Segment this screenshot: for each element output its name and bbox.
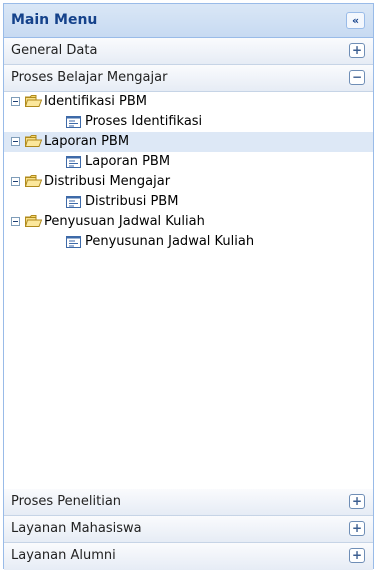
tree-leaf-label: Proses Identifikasi (85, 114, 203, 129)
tree-node-label: Distribusi Mengajar (44, 174, 171, 189)
main-menu-header: Main Menu « (4, 4, 373, 38)
tree-node-penyusuan-jadwal-kuliah[interactable]: Penyusuan Jadwal Kuliah (4, 212, 373, 232)
list-icon (66, 116, 81, 128)
tree-leaf-label: Laporan PBM (85, 154, 171, 169)
tree-leaf-label: Distribusi PBM (85, 194, 179, 209)
expand-icon[interactable]: + (349, 521, 365, 536)
main-menu-panel: Main Menu « General Data + Proses Belaja… (3, 3, 374, 570)
expand-icon[interactable]: + (349, 548, 365, 563)
section-layanan-alumni[interactable]: Layanan Alumni + (4, 543, 373, 570)
list-icon (66, 196, 81, 208)
list-icon (66, 156, 81, 168)
section-label: Layanan Mahasiswa (11, 521, 142, 536)
section-label: Layanan Alumni (11, 548, 116, 563)
tree-leaf-proses-identifikasi[interactable]: Proses Identifikasi (4, 112, 373, 132)
collapse-panel-button[interactable]: « (346, 12, 365, 29)
section-label: Proses Belajar Mengajar (11, 70, 168, 85)
folder-open-icon (25, 175, 42, 187)
section-proses-belajar-mengajar[interactable]: Proses Belajar Mengajar − (4, 65, 373, 92)
folder-open-icon (25, 215, 42, 227)
tree-node-identifikasi-pbm[interactable]: Identifikasi PBM (4, 92, 373, 112)
folder-open-icon (25, 135, 42, 147)
section-general-data[interactable]: General Data + (4, 38, 373, 65)
tree-leaf-penyusunan-jadwal-kuliah[interactable]: Penyusunan Jadwal Kuliah (4, 232, 373, 252)
tree-collapse-toggle[interactable] (11, 97, 20, 106)
tree-node-laporan-pbm[interactable]: Laporan PBM (4, 132, 373, 152)
tree-leaf-distribusi-pbm[interactable]: Distribusi PBM (4, 192, 373, 212)
tree-collapse-toggle[interactable] (11, 137, 20, 146)
expand-icon[interactable]: + (349, 494, 365, 509)
tree-node-label: Penyusuan Jadwal Kuliah (44, 214, 205, 229)
section-layanan-mahasiswa[interactable]: Layanan Mahasiswa + (4, 516, 373, 543)
tree-node-label: Identifikasi PBM (44, 94, 147, 109)
folder-open-icon (25, 95, 42, 107)
list-icon (66, 236, 81, 248)
tree-node-distribusi-mengajar[interactable]: Distribusi Mengajar (4, 172, 373, 192)
tree-collapse-toggle[interactable] (11, 177, 20, 186)
main-menu-title: Main Menu (11, 12, 98, 28)
collapse-icon[interactable]: − (349, 70, 365, 85)
section-label: Proses Penelitian (11, 494, 122, 509)
section-label: General Data (11, 43, 98, 58)
tree-leaf-label: Penyusunan Jadwal Kuliah (85, 234, 255, 249)
tree-leaf-laporan-pbm[interactable]: Laporan PBM (4, 152, 373, 172)
tree-node-label: Laporan PBM (44, 134, 130, 149)
section-proses-penelitian[interactable]: Proses Penelitian + (4, 489, 373, 516)
tree-collapse-toggle[interactable] (11, 217, 20, 226)
expand-icon[interactable]: + (349, 43, 365, 58)
